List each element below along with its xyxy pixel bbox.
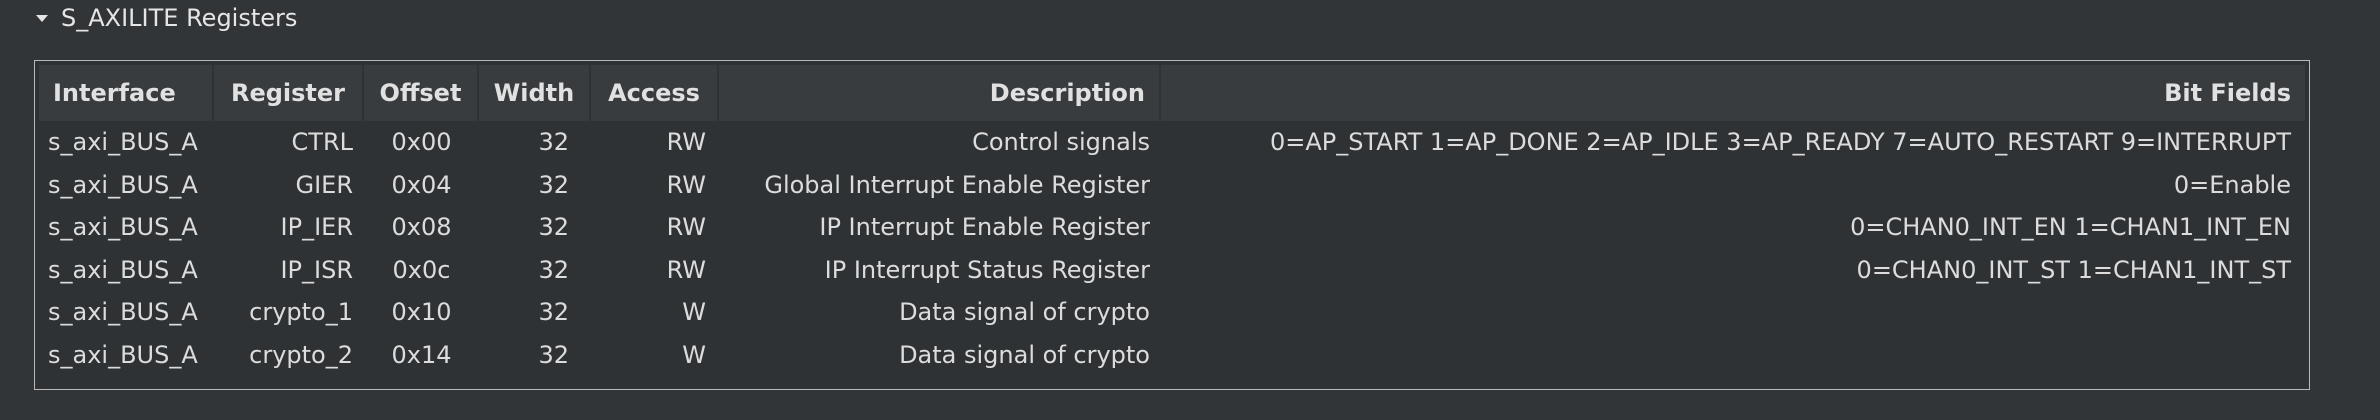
table-row[interactable]: s_axi_BUS_A crypto_2 0x14 32 W Data sign… <box>39 334 2305 377</box>
cell-register: crypto_2 <box>249 340 353 369</box>
cell-offset: 0x0c <box>392 255 451 284</box>
table-row[interactable]: s_axi_BUS_A CTRL 0x00 32 RW Control sign… <box>39 121 2305 164</box>
cell-register: crypto_1 <box>249 298 353 327</box>
cell-register: IP_IER <box>280 213 353 242</box>
cell-bit-fields: 0=Enable <box>2173 170 2291 199</box>
cell-register: IP_ISR <box>280 255 353 284</box>
cell-width: 32 <box>538 213 569 242</box>
cell-interface: s_axi_BUS_A <box>48 128 198 157</box>
cell-interface: s_axi_BUS_A <box>48 170 198 199</box>
cell-width: 32 <box>538 128 569 157</box>
registers-table: Interface Register Offset Width Access D… <box>39 65 2305 383</box>
cell-interface: s_axi_BUS_A <box>48 255 198 284</box>
cell-width: 32 <box>538 340 569 369</box>
cell-access: W <box>682 340 706 369</box>
cell-bit-fields <box>1161 291 2305 334</box>
column-header-offset[interactable]: Offset <box>364 65 479 121</box>
cell-interface: s_axi_BUS_A <box>48 213 198 242</box>
table-row[interactable]: s_axi_BUS_A crypto_1 0x10 32 W Data sign… <box>39 291 2305 334</box>
caret-down-icon[interactable] <box>36 15 48 22</box>
cell-access: W <box>682 298 706 327</box>
table-row[interactable]: s_axi_BUS_A IP_IER 0x08 32 RW IP Interru… <box>39 206 2305 249</box>
table-header-row: Interface Register Offset Width Access D… <box>39 65 2305 121</box>
table-row[interactable]: s_axi_BUS_A IP_ISR 0x0c 32 RW IP Interru… <box>39 249 2305 292</box>
cell-interface: s_axi_BUS_A <box>48 298 198 327</box>
column-header-width[interactable]: Width <box>479 65 591 121</box>
cell-register: CTRL <box>291 128 353 157</box>
section-header-s-axilite[interactable]: S_AXILITE Registers <box>36 0 297 36</box>
column-header-description[interactable]: Description <box>719 65 1161 121</box>
column-header-bit-fields[interactable]: Bit Fields <box>1161 65 2305 121</box>
section-title: S_AXILITE Registers <box>61 4 298 32</box>
cell-interface: s_axi_BUS_A <box>48 340 198 369</box>
cell-bit-fields: 0=AP_START 1=AP_DONE 2=AP_IDLE 3=AP_READ… <box>1269 128 2291 157</box>
registers-table-frame: Interface Register Offset Width Access D… <box>34 60 2310 390</box>
cell-access: RW <box>666 213 706 242</box>
cell-offset: 0x14 <box>391 340 452 369</box>
cell-offset: 0x04 <box>391 170 452 199</box>
cell-description: Control signals <box>972 128 1150 157</box>
cell-offset: 0x00 <box>391 128 452 157</box>
cell-register: GIER <box>295 170 353 199</box>
cell-width: 32 <box>538 170 569 199</box>
cell-access: RW <box>666 255 706 284</box>
cell-width: 32 <box>538 255 569 284</box>
cell-description: Data signal of crypto <box>899 340 1150 369</box>
cell-width: 32 <box>538 298 569 327</box>
cell-bit-fields <box>1161 334 2305 377</box>
cell-description: Data signal of crypto <box>899 298 1150 327</box>
cell-offset: 0x08 <box>391 213 452 242</box>
column-header-interface[interactable]: Interface <box>39 65 214 121</box>
cell-access: RW <box>666 128 706 157</box>
cell-bit-fields: 0=CHAN0_INT_ST 1=CHAN1_INT_ST <box>1856 255 2291 284</box>
cell-offset: 0x10 <box>391 298 452 327</box>
column-header-access[interactable]: Access <box>591 65 719 121</box>
cell-description: Global Interrupt Enable Register <box>764 170 1150 199</box>
column-header-register[interactable]: Register <box>214 65 364 121</box>
cell-description: IP Interrupt Status Register <box>824 255 1150 284</box>
cell-access: RW <box>666 170 706 199</box>
cell-bit-fields: 0=CHAN0_INT_EN 1=CHAN1_INT_EN <box>1850 213 2291 242</box>
cell-description: IP Interrupt Enable Register <box>819 213 1150 242</box>
table-row[interactable]: s_axi_BUS_A GIER 0x04 32 RW Global Inter… <box>39 164 2305 207</box>
